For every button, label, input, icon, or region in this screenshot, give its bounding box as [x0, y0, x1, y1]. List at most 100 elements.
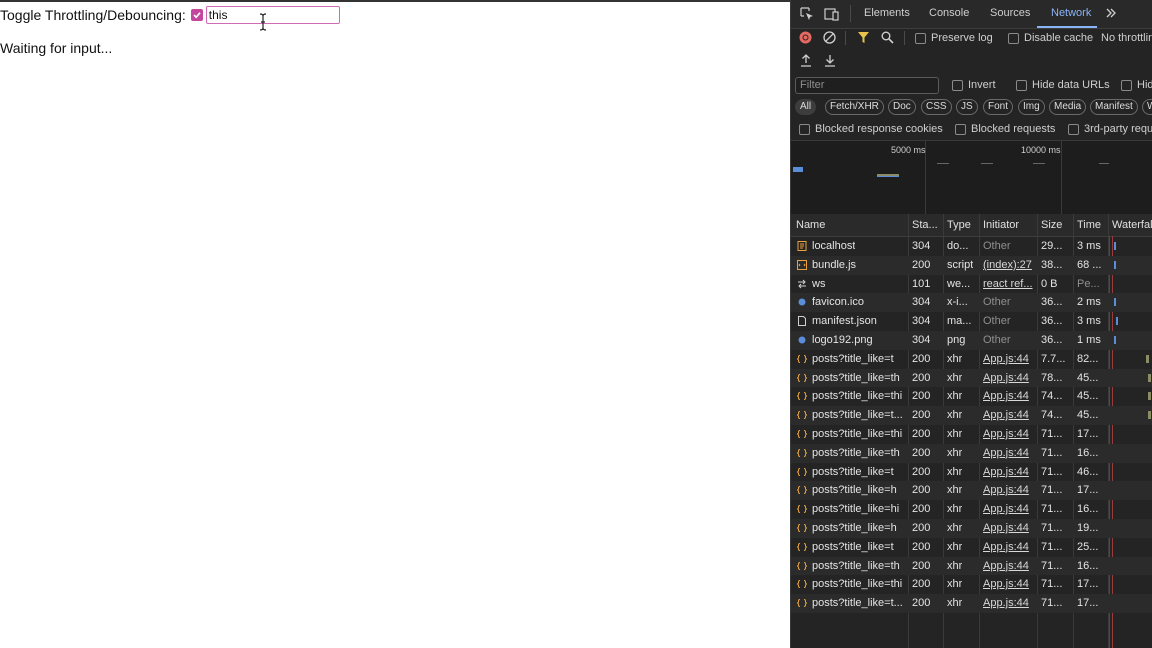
table-row[interactable]: posts?title_like=t... 200 xhr App.js:44 71..… — [791, 594, 1152, 613]
cell-type: we... — [947, 277, 971, 290]
preserve-log-checkbox[interactable] — [915, 33, 926, 44]
cell-initiator[interactable]: App.js:44 — [983, 484, 1029, 496]
cell-type: xhr — [947, 465, 963, 478]
table-row[interactable]: localhost 304 do... Other 29... 3 ms — [791, 237, 1152, 256]
cell-initiator[interactable]: App.js:44 — [983, 428, 1029, 440]
cell-size: 71... — [1041, 484, 1063, 497]
chip-css[interactable]: CSS — [921, 99, 952, 115]
table-row[interactable]: posts?title_like=thi 200 xhr App.js:44 71...… — [791, 575, 1152, 594]
column-size[interactable]: Size — [1041, 219, 1062, 231]
cell-status: 200 — [912, 484, 931, 497]
cell-initiator[interactable]: App.js:44 — [983, 447, 1029, 459]
filter-icon[interactable] — [857, 31, 870, 44]
table-row[interactable]: posts?title_like=h 200 xhr App.js:44 71... 17… — [791, 481, 1152, 501]
table-row[interactable]: posts?title_like=th 200 xhr App.js:44 71... 1… — [791, 556, 1152, 576]
column-status[interactable]: Sta... — [912, 219, 938, 231]
table-row[interactable]: posts?title_like=th 200 xhr App.js:44 71... 1… — [791, 443, 1152, 463]
column-initiator[interactable]: Initiator — [983, 219, 1019, 231]
clear-icon[interactable] — [823, 31, 836, 44]
active-tab-indicator — [1037, 26, 1097, 28]
chip-media[interactable]: Media — [1049, 99, 1087, 115]
tab-network[interactable]: Network — [1051, 7, 1091, 19]
cell-initiator[interactable]: App.js:44 — [983, 372, 1029, 384]
search-icon[interactable] — [881, 31, 894, 44]
waterfall-bar — [1116, 317, 1118, 326]
websocket-icon — [797, 279, 807, 289]
tab-elements[interactable]: Elements — [864, 7, 910, 19]
cell-initiator[interactable]: App.js:44 — [983, 466, 1029, 478]
upload-icon[interactable] — [800, 54, 812, 67]
chip-fetch-xhr[interactable]: Fetch/XHR — [825, 99, 884, 115]
cell-initiator[interactable]: react ref... — [983, 278, 1033, 290]
chip-img[interactable]: Img — [1018, 99, 1045, 115]
cell-status: 200 — [912, 578, 931, 591]
filter-input[interactable]: Filter — [795, 77, 939, 94]
table-row[interactable]: posts?title_like=t 200 xhr App.js:44 7.7... 8… — [791, 350, 1152, 369]
table-row[interactable]: ws 101 we... react ref... 0 B Pe... — [791, 275, 1152, 294]
chip-manifest[interactable]: Manifest — [1090, 99, 1138, 115]
download-icon[interactable] — [824, 54, 836, 67]
throttling-select[interactable]: No throttlin — [1101, 32, 1152, 44]
hide-data-urls-checkbox[interactable] — [1016, 80, 1027, 91]
cell-initiator[interactable]: App.js:44 — [983, 522, 1029, 534]
table-row[interactable]: bundle.js 200 script (index):27 38... 68 ... — [791, 255, 1152, 275]
table-row[interactable]: posts?title_like=thi 200 xhr App.js:44 74...… — [791, 387, 1152, 406]
table-row[interactable]: manifest.json 304 ma... Other 36... 3 ms — [791, 312, 1152, 331]
cell-initiator[interactable]: App.js:44 — [983, 353, 1029, 365]
cell-size: 38... — [1041, 258, 1063, 271]
table-row[interactable]: posts?title_like=thi 200 xhr App.js:44 71...… — [791, 425, 1152, 444]
throttle-checkbox[interactable] — [190, 9, 203, 21]
table-row[interactable]: posts?title_like=hi 200 xhr App.js:44 71... 1… — [791, 500, 1152, 519]
table-row[interactable]: posts?title_like=t 200 xhr App.js:44 71... 46… — [791, 463, 1152, 482]
blocked-requests-checkbox[interactable] — [955, 124, 966, 135]
chip-doc[interactable]: Doc — [888, 99, 916, 115]
table-row[interactable]: logo192.png 304 png Other 36... 1 ms — [791, 330, 1152, 350]
tab-sources[interactable]: Sources — [990, 7, 1030, 19]
cell-name: posts?title_like=h — [812, 521, 897, 534]
cell-type: xhr — [947, 427, 963, 440]
table-row[interactable]: favicon.ico 304 x-i... Other 36... 2 ms — [791, 293, 1152, 313]
cell-initiator[interactable]: App.js:44 — [983, 560, 1029, 572]
disable-cache-checkbox[interactable] — [1008, 33, 1019, 44]
cell-name: posts?title_like=t — [812, 465, 894, 478]
blocked-cookies-checkbox[interactable] — [799, 124, 810, 135]
table-row[interactable]: posts?title_like=t 200 xhr App.js:44 71... 25… — [791, 538, 1152, 557]
cell-time: 68 ... — [1077, 258, 1102, 271]
xhr-icon — [796, 429, 808, 439]
search-input[interactable]: this — [205, 6, 340, 24]
xhr-icon — [796, 561, 808, 571]
hide-extension-checkbox[interactable] — [1121, 80, 1132, 91]
inspect-element-icon[interactable] — [800, 7, 814, 21]
column-waterfall[interactable]: Waterfall — [1112, 219, 1152, 231]
table-row[interactable]: posts?title_like=h 200 xhr App.js:44 71... 19… — [791, 518, 1152, 538]
column-time[interactable]: Time — [1077, 219, 1101, 231]
chip-ws[interactable]: W — [1142, 99, 1152, 115]
chevrons-right-icon[interactable] — [1105, 7, 1117, 19]
table-row[interactable]: posts?title_like=th 200 xhr App.js:44 78... 4… — [791, 368, 1152, 388]
cell-initiator[interactable]: App.js:44 — [983, 390, 1029, 402]
tab-console[interactable]: Console — [929, 7, 969, 19]
column-type[interactable]: Type — [947, 219, 971, 231]
toolbar-divider — [845, 31, 846, 45]
network-overview[interactable]: 5000 ms 10000 ms — [791, 140, 1152, 216]
cell-type: xhr — [947, 521, 963, 534]
third-party-checkbox[interactable] — [1068, 124, 1079, 135]
chip-all[interactable]: All — [795, 99, 817, 115]
cell-initiator[interactable]: App.js:44 — [983, 597, 1029, 609]
record-icon[interactable] — [799, 31, 812, 44]
cell-initiator[interactable]: (index):27 — [983, 259, 1032, 271]
cell-initiator[interactable]: App.js:44 — [983, 578, 1029, 590]
invert-checkbox[interactable] — [952, 80, 963, 91]
cell-size: 74... — [1041, 409, 1063, 422]
cell-size: 71... — [1041, 578, 1063, 591]
cell-name: posts?title_like=t — [812, 352, 894, 365]
chip-js[interactable]: JS — [956, 99, 978, 115]
cell-initiator[interactable]: App.js:44 — [983, 503, 1029, 515]
cell-initiator[interactable]: App.js:44 — [983, 409, 1029, 421]
chip-font[interactable]: Font — [983, 99, 1014, 115]
device-toolbar-icon[interactable] — [824, 7, 840, 21]
column-name[interactable]: Name — [796, 219, 825, 231]
table-row[interactable]: posts?title_like=t... 200 xhr App.js:44 74..… — [791, 406, 1152, 425]
toolbar-divider — [904, 31, 905, 45]
cell-initiator[interactable]: App.js:44 — [983, 541, 1029, 553]
